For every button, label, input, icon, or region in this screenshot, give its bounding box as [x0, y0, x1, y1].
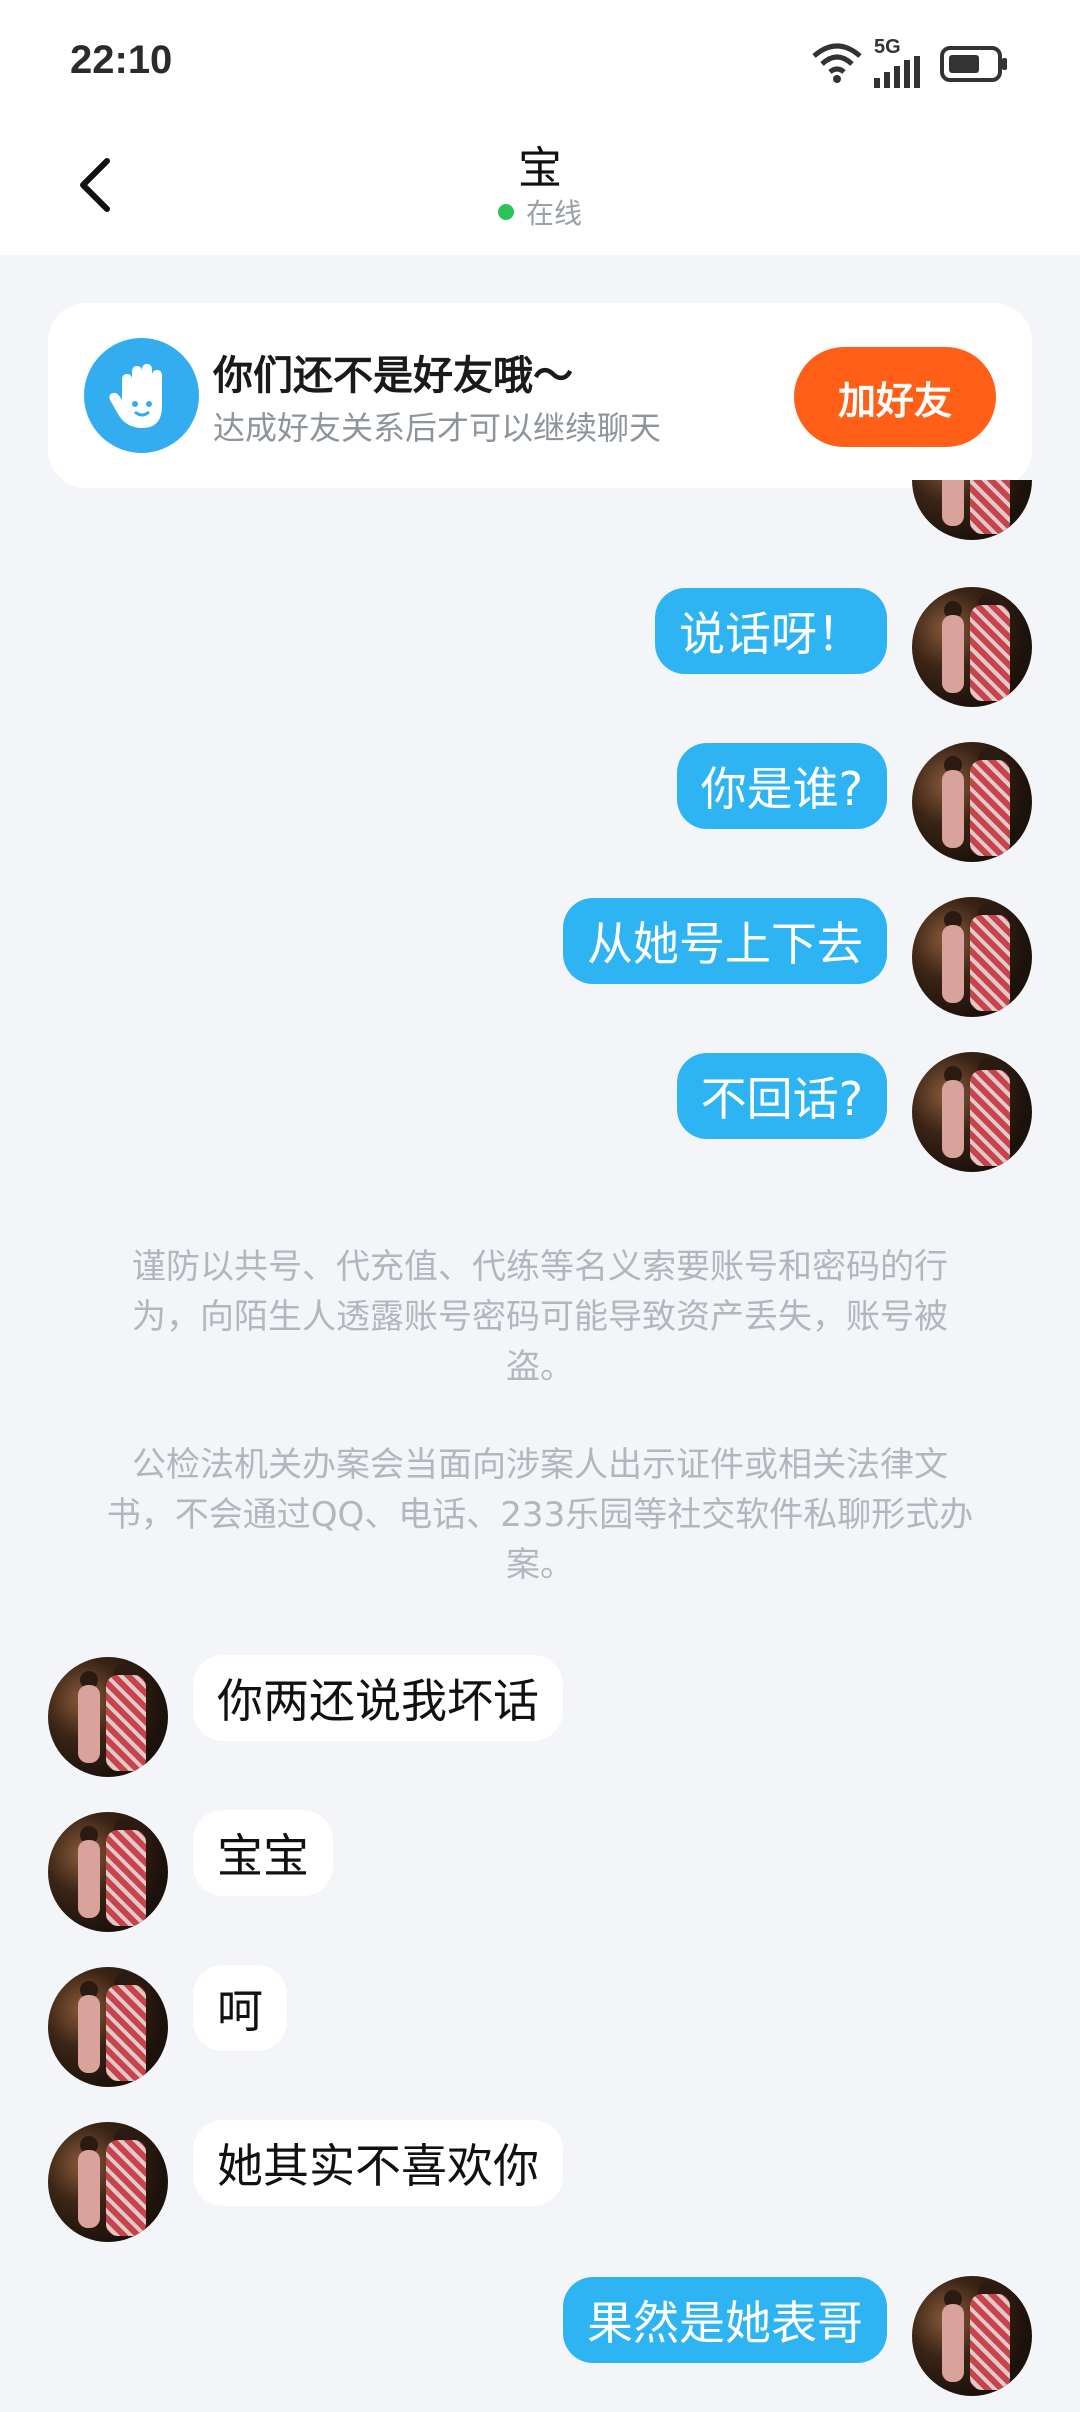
status-bar: 22:10 5G: [0, 0, 1080, 120]
avatar[interactable]: [912, 2276, 1032, 2396]
avatar[interactable]: [48, 2122, 168, 2242]
add-friend-button[interactable]: 加好友: [794, 347, 996, 447]
message-bubble-received[interactable]: 你两还说我坏话: [193, 1655, 563, 1741]
avatar[interactable]: [912, 480, 1032, 540]
message-bubble-received[interactable]: 呵: [193, 1965, 287, 2051]
signal-icon: [874, 56, 920, 88]
avatar[interactable]: [912, 1052, 1032, 1172]
avatar[interactable]: [912, 742, 1032, 862]
message-bubble-sent[interactable]: 从她号上下去: [563, 898, 887, 984]
status-time: 22:10: [70, 38, 173, 82]
message-bubble-sent[interactable]: 不回话?: [676, 1053, 887, 1139]
avatar[interactable]: [48, 1967, 168, 2087]
avatar[interactable]: [48, 1812, 168, 1932]
message-bubble-received[interactable]: 她其实不喜欢你: [193, 2120, 563, 2206]
add-friend-banner: 你们还不是好友哦～ 达成好友关系后才可以继续聊天 加好友: [48, 303, 1032, 488]
message-bubble-received[interactable]: 宝宝: [193, 1810, 333, 1896]
battery-icon: [940, 46, 1007, 82]
banner-subtitle: 达成好友关系后才可以继续聊天: [213, 409, 662, 447]
message-bubble-sent[interactable]: 你是谁?: [676, 743, 887, 829]
chat-header: 宝 在线: [0, 120, 1080, 255]
hand-icon: [84, 338, 199, 453]
banner-title: 你们还不是好友哦～: [213, 353, 573, 399]
avatar-partial: [912, 480, 1032, 550]
security-notice: 谨防以共号、代充值、代练等名义索要账号和密码的行为，向陌生人透露账号密码可能导致…: [132, 1247, 948, 1387]
avatar[interactable]: [912, 897, 1032, 1017]
message-bubble-sent[interactable]: 说话呀！: [655, 588, 887, 674]
online-status: 在线: [0, 192, 1080, 232]
message-bubble-sent[interactable]: 果然是她表哥: [563, 2277, 887, 2363]
avatar[interactable]: [912, 587, 1032, 707]
chat-title: 宝: [518, 143, 562, 194]
online-dot-icon: [497, 204, 514, 220]
avatar[interactable]: [48, 1657, 168, 1777]
security-notice: 公检法机关办案会当面向涉案人出示证件或相关法律文书，不会通过QQ、电话、233乐…: [106, 1445, 974, 1585]
status-icons: 5G: [810, 36, 1010, 88]
online-status-text: 在线: [525, 197, 582, 230]
